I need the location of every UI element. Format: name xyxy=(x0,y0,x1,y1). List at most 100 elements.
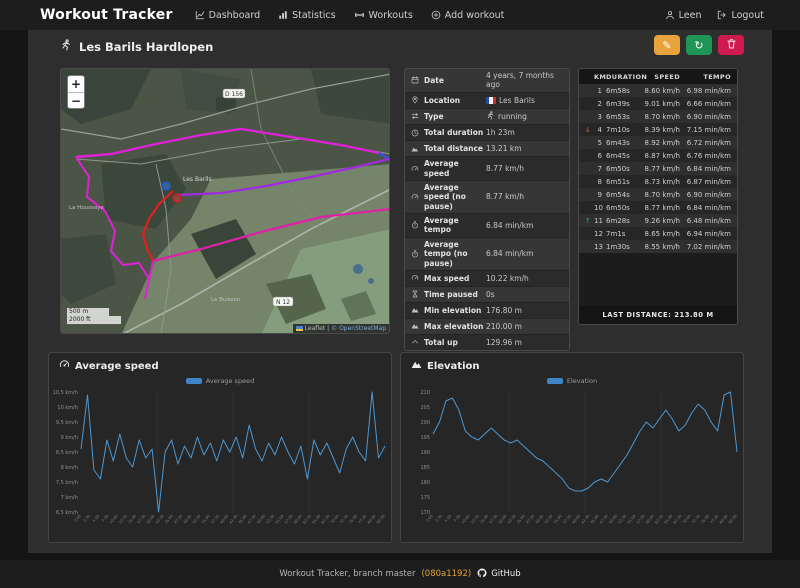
table-row: 9 6m54s 8.70 km/h 6.90 min/km xyxy=(579,188,737,201)
leaflet-link[interactable]: Leaflet xyxy=(305,325,325,332)
svg-text:10:00: 10:00 xyxy=(461,514,471,525)
stat-label: Location xyxy=(424,95,461,105)
refresh-icon: ↻ xyxy=(694,39,704,52)
map-scale: 500 m 2000 ft xyxy=(66,308,122,325)
stat-row: Average speed (no pause) 8.77 km/h xyxy=(405,180,569,214)
split-tempo: 6.48 min/km xyxy=(686,216,731,225)
stat-value-text: 210.00 m xyxy=(486,321,522,331)
split-speed: 8.87 km/h xyxy=(644,151,680,160)
average-speed-chart-title-row: Average speed xyxy=(49,353,391,375)
mountain-icon xyxy=(411,322,424,330)
legend-swatch[interactable] xyxy=(546,378,563,384)
svg-text:52:30: 52:30 xyxy=(265,514,275,525)
split-km: 6 xyxy=(597,151,602,160)
split-tempo: 6.90 min/km xyxy=(686,190,731,199)
split-duration: 6m58s xyxy=(606,86,630,95)
svg-text:6,5 km/h: 6,5 km/h xyxy=(56,510,78,516)
svg-text:55:00: 55:00 xyxy=(275,514,285,525)
average-speed-legend[interactable]: Average speed xyxy=(49,377,391,385)
col-km: KM xyxy=(594,73,607,81)
svg-text:185: 185 xyxy=(420,465,430,471)
nav-user[interactable]: Leen xyxy=(665,9,702,21)
svg-text:67:30: 67:30 xyxy=(321,514,331,525)
runner-icon xyxy=(486,111,495,122)
split-km: 9 xyxy=(597,190,602,199)
svg-text:9,5 km/h: 9,5 km/h xyxy=(56,420,78,426)
split-km: 2 xyxy=(597,99,602,108)
stat-row: Max speed 10.22 km/h xyxy=(405,270,569,287)
elevation-legend[interactable]: Elevation xyxy=(401,377,743,385)
stat-value: 129.96 m xyxy=(486,338,563,347)
start-marker[interactable] xyxy=(161,181,171,191)
legend-label[interactable]: Elevation xyxy=(567,377,597,385)
svg-text:72:30: 72:30 xyxy=(691,514,701,525)
delete-button[interactable] xyxy=(718,35,744,55)
table-row: 1 6m58s 8.60 km/h 6.98 min/km xyxy=(579,84,737,97)
svg-text:57:30: 57:30 xyxy=(284,514,294,525)
stat-value-text: 13.21 km xyxy=(486,143,522,153)
stat-row: Total up 129.96 m xyxy=(405,334,569,350)
split-speed: 9.01 km/h xyxy=(644,99,680,108)
average-speed-chart-title: Average speed xyxy=(75,360,159,372)
svg-text:37:30: 37:30 xyxy=(210,514,220,525)
nav-user-label: Leen xyxy=(678,9,702,21)
stat-label: Min elevation xyxy=(424,305,482,315)
elevation-chart: 1701751801851901952002052100:00 2:30 5:00 7… xyxy=(420,390,738,525)
nav-workouts[interactable]: Workouts xyxy=(354,10,413,21)
gauge-icon xyxy=(59,359,70,373)
nav-dashboard-label: Dashboard xyxy=(208,9,261,21)
splits-header-row: KM DURATION SPEED TEMPO xyxy=(579,69,737,84)
svg-text:70:00: 70:00 xyxy=(330,514,340,525)
map-pond xyxy=(353,264,363,274)
svg-text:32:30: 32:30 xyxy=(544,514,554,525)
nav-logout[interactable]: Logout xyxy=(717,10,764,21)
stat-row: Min elevation 176.80 m xyxy=(405,302,569,319)
plus-circle-icon xyxy=(431,10,441,20)
nav-add-workout[interactable]: Add workout xyxy=(431,10,504,21)
svg-text:20:00: 20:00 xyxy=(498,514,508,525)
place-label-la-houssaye: La Houssaye xyxy=(69,205,105,211)
app-footer: Workout Tracker, branch master (080a1192… xyxy=(0,560,800,588)
svg-text:20:00: 20:00 xyxy=(146,514,156,525)
table-row: ↓ 4 7m10s 8.39 km/h 7.15 min/km xyxy=(579,123,737,136)
nav-statistics[interactable]: Statistics xyxy=(278,10,336,21)
stat-label: Max elevation xyxy=(424,321,484,331)
split-duration: 6m50s xyxy=(606,203,630,212)
svg-text:15:00: 15:00 xyxy=(127,514,137,525)
stat-value: 210.00 m xyxy=(486,322,563,331)
split-tempo: 6.76 min/km xyxy=(686,151,731,160)
elevation-chart-panel: Elevation Elevation 170 175 180 185 190 195 20… xyxy=(400,352,744,543)
svg-text:30:00: 30:00 xyxy=(183,514,193,525)
app-brand[interactable]: Workout Tracker xyxy=(40,7,173,23)
split-km: 11 xyxy=(594,216,603,225)
svg-text:D 156: D 156 xyxy=(225,91,243,98)
split-tempo: 6.98 min/km xyxy=(686,86,731,95)
stat-label: Date xyxy=(424,75,444,85)
route-map[interactable]: D 156 N 12 Les Barils La Houssaye Le Bui… xyxy=(60,68,390,334)
pencil-icon: ✎ xyxy=(662,39,672,52)
svg-text:8 km/h: 8 km/h xyxy=(61,465,78,471)
zoom-out-button[interactable]: − xyxy=(68,92,84,108)
stat-row: Max elevation 210.00 m xyxy=(405,318,569,335)
stat-value: 13.21 km xyxy=(486,144,563,153)
col-tempo: TEMPO xyxy=(703,73,731,81)
svg-text:25:00: 25:00 xyxy=(516,514,526,525)
svg-text:47:30: 47:30 xyxy=(247,514,257,525)
split-speed: 8.39 km/h xyxy=(644,125,680,134)
refresh-button[interactable]: ↻ xyxy=(686,35,712,55)
line-chart-icon xyxy=(195,10,205,20)
edit-button[interactable]: ✎ xyxy=(654,35,680,55)
scale-imperial: 2000 ft xyxy=(66,316,122,325)
split-speed: 8.60 km/h xyxy=(644,86,680,95)
stat-value-text: 10.22 km/h xyxy=(486,273,529,283)
github-link[interactable]: GitHub xyxy=(477,567,521,581)
nav-dashboard[interactable]: Dashboard xyxy=(195,9,261,21)
zoom-in-button[interactable]: + xyxy=(68,76,84,92)
elevation-chart-title-row: Elevation xyxy=(401,353,743,375)
legend-label[interactable]: Average speed xyxy=(206,377,254,385)
end-marker[interactable] xyxy=(172,193,182,203)
split-km: 5 xyxy=(597,138,602,147)
legend-swatch[interactable] xyxy=(185,378,202,384)
svg-text:82:30: 82:30 xyxy=(728,514,738,525)
osm-link[interactable]: © OpenStreetMap xyxy=(331,325,386,332)
